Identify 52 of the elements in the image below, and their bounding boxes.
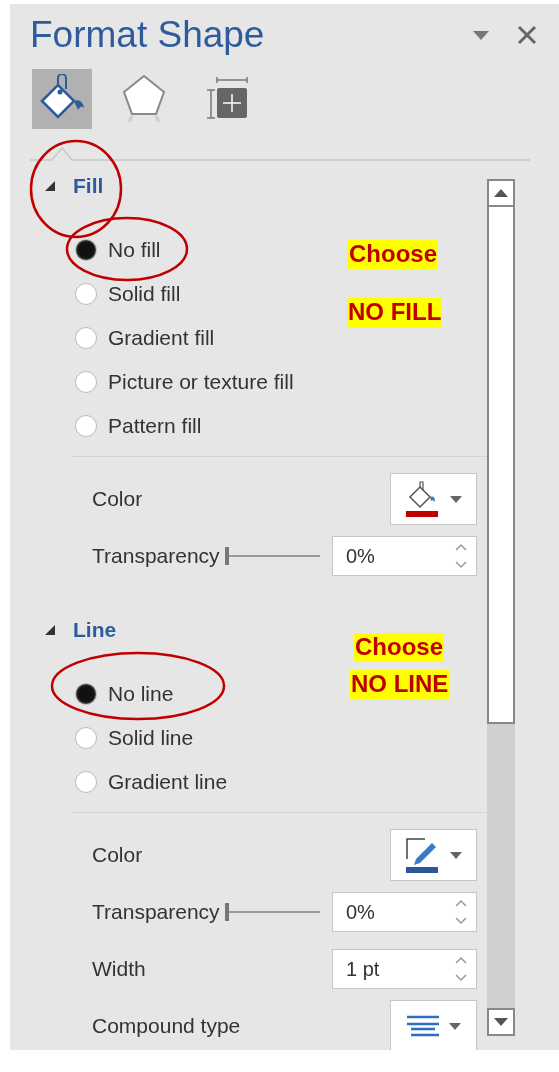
pen-icon (405, 838, 436, 865)
pane-title: Format Shape (30, 14, 266, 56)
scroll-down-button[interactable] (487, 1008, 515, 1036)
line-color-button[interactable] (390, 829, 477, 881)
up-arrow-icon (494, 189, 508, 197)
property-label: Color (92, 487, 144, 511)
expand-triangle-icon (45, 181, 55, 191)
lines-icon (406, 1015, 439, 1037)
spin-arrows-icon[interactable] (454, 954, 468, 984)
property-label: Compound type (92, 1014, 242, 1038)
radio-option[interactable]: Pattern fill (45, 404, 202, 448)
radio-option[interactable]: Solid fill (45, 272, 181, 316)
radio-option[interactable]: Gradient line (45, 760, 228, 804)
size-position-icon (204, 76, 248, 122)
slider-track[interactable] (225, 547, 320, 565)
radio-option[interactable]: No fill (45, 228, 161, 272)
radio-option[interactable]: Solid line (45, 716, 194, 760)
expand-triangle-icon (45, 625, 55, 635)
scroll-up-button[interactable] (487, 179, 515, 207)
section-header[interactable]: Line (45, 610, 117, 650)
property-label: Transparency (92, 544, 221, 568)
slider-track[interactable] (225, 903, 320, 921)
radio-option[interactable]: Picture or texture fill (45, 360, 294, 404)
radio-option[interactable]: No line (45, 672, 174, 716)
fill-color-button[interactable] (390, 473, 477, 525)
pentagon-icon (122, 74, 166, 124)
paint-bucket-icon (408, 481, 435, 509)
caret-icon (448, 1022, 461, 1030)
annotation-note: Choose (354, 633, 444, 662)
caret-icon (449, 851, 462, 859)
close-icon[interactable] (517, 25, 537, 45)
slider-thumb[interactable] (225, 903, 229, 921)
pane-tab[interactable] (32, 69, 92, 129)
spinner-field[interactable]: 0% (332, 536, 477, 576)
annotation-note: NO FILL (347, 298, 443, 327)
spin-arrows-icon[interactable] (454, 541, 468, 571)
scroll-thumb[interactable] (487, 207, 515, 724)
annotation-note: NO LINE (350, 670, 450, 699)
slider-thumb[interactable] (225, 547, 229, 565)
property-label: Width (92, 957, 147, 981)
radio-option[interactable]: Gradient fill (45, 316, 215, 360)
spinner-field[interactable]: 1 pt (332, 949, 477, 989)
dropdown-caret-icon[interactable] (473, 30, 489, 40)
caret-icon (449, 495, 462, 503)
property-label: Transparency (92, 900, 221, 924)
spinner-field[interactable]: 0% (332, 892, 477, 932)
annotation-note: Choose (348, 240, 438, 269)
down-arrow-icon (494, 1018, 508, 1026)
property-label: Color (92, 843, 144, 867)
compound-type-button[interactable] (390, 1000, 477, 1050)
scrollbar[interactable] (487, 179, 515, 1036)
spin-arrows-icon[interactable] (454, 897, 468, 927)
